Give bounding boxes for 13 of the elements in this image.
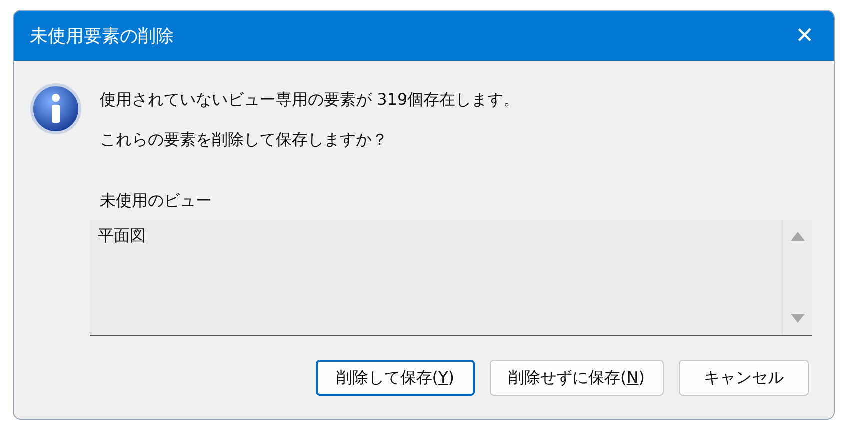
message-text: 使用されていないビュー専用の要素が 319個存在します。 bbox=[100, 90, 520, 111]
dialog-button[interactable]: 削除せずに保存(N) bbox=[490, 360, 664, 396]
list-label: 未使用のビュー bbox=[100, 191, 213, 212]
message-text: これらの要素を削除して保存しますか？ bbox=[100, 130, 389, 151]
window-title: 未使用要素の削除 bbox=[30, 25, 174, 48]
scroll-up-icon[interactable] bbox=[790, 232, 804, 241]
list-item[interactable]: 平面図 bbox=[98, 226, 146, 247]
dialog-button[interactable]: キャンセル bbox=[679, 360, 809, 396]
close-button[interactable]: ✕ bbox=[790, 24, 820, 48]
info-icon bbox=[30, 83, 82, 135]
dialog-button[interactable]: 削除して保存(Y) bbox=[316, 360, 475, 396]
scroll-down-icon[interactable] bbox=[790, 314, 804, 323]
view-list[interactable]: 平面図 bbox=[90, 220, 812, 336]
